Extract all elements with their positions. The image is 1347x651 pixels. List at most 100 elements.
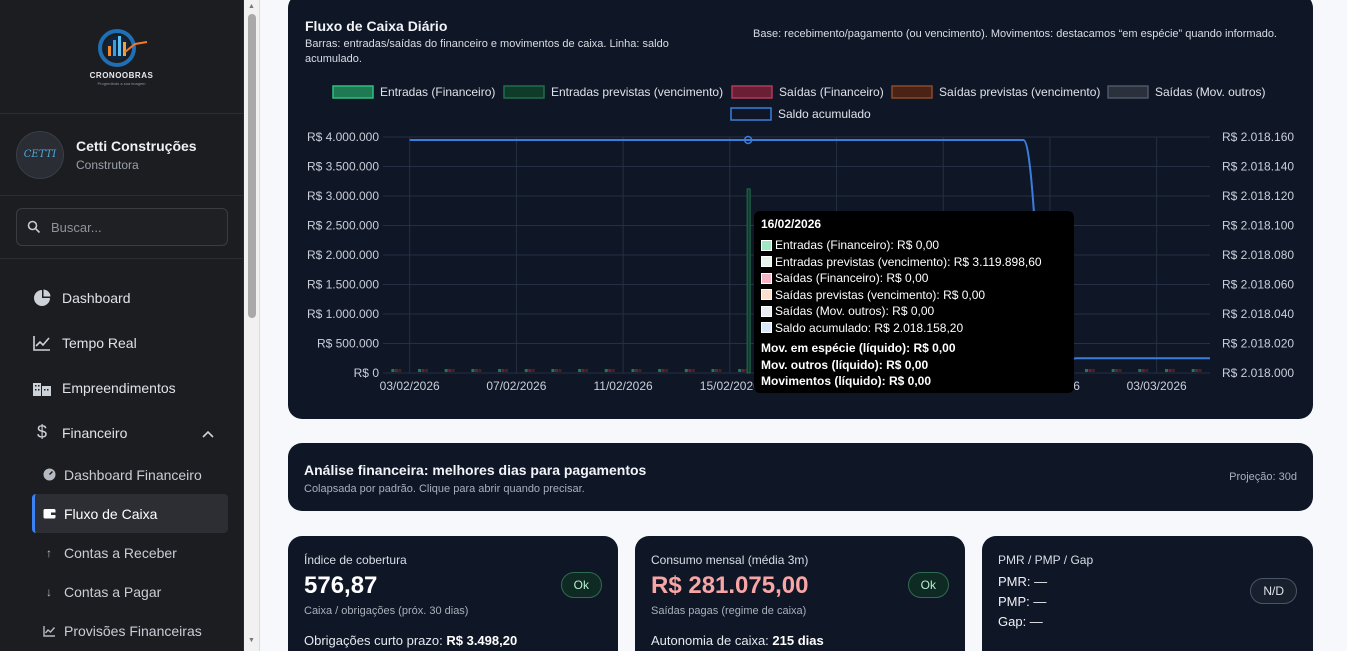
bar-small — [451, 369, 455, 372]
tooltip-row-text: Entradas previstas (vencimento): R$ 3.11… — [775, 254, 1042, 269]
y-left-tick-label: R$ 2.000.000 — [307, 248, 379, 262]
bar-small — [738, 369, 742, 372]
y-left-tick-label: R$ 500.000 — [317, 337, 379, 351]
tooltip-row-text: Saídas (Mov. outros): R$ 0,00 — [775, 304, 935, 319]
bar-small — [631, 369, 635, 372]
bar-small — [501, 369, 505, 372]
tooltip-swatch — [761, 322, 772, 334]
legend-label: Entradas previstas (vencimento) — [551, 85, 723, 99]
search-box[interactable] — [16, 208, 228, 246]
sidebar-item-tempo-real[interactable]: Tempo Real — [0, 320, 243, 365]
y-right-tick-label: R$ 2.018.160 — [1222, 130, 1294, 144]
y-left-tick-label: R$ 1.500.000 — [307, 278, 379, 292]
main-content: Entradas (Financeiro) Entradas previstas … — [261, 0, 1347, 651]
chart-base-note: Base: recebimento/pagamento (ou vencimen… — [753, 28, 1277, 40]
bar-small — [531, 369, 535, 372]
chart-subtitle: Barras: entradas/saídas do financeiro e … — [305, 38, 669, 65]
tooltip-row: Saídas (Mov. outros): R$ 0,00 — [761, 303, 1067, 320]
bar-small — [688, 369, 692, 372]
legend-swatch — [332, 85, 374, 99]
sidebar-item-label: Fluxo de Caixa — [64, 505, 158, 522]
company-role: Construtora — [76, 157, 139, 172]
search-icon — [27, 220, 41, 234]
y-left-tick-label: R$ 3.000.000 — [307, 189, 379, 203]
bar-small — [444, 369, 448, 372]
bar-small — [551, 369, 555, 372]
legend-label: Saídas (Mov. outros) — [1155, 85, 1265, 99]
scroll-down-arrow-icon[interactable]: ▼ — [248, 637, 255, 644]
bar-small — [398, 369, 402, 372]
tooltip-row: Saldo acumulado: R$ 2.018.158,20 — [761, 320, 1067, 337]
bar-small — [524, 369, 528, 372]
bar-small — [711, 369, 715, 372]
bar-small — [1195, 369, 1199, 372]
tooltip-row-text: Saídas previstas (vencimento): R$ 0,00 — [775, 287, 986, 302]
tooltip-row: Entradas previstas (vencimento): R$ 3.11… — [761, 254, 1067, 271]
pie-chart-icon — [32, 289, 52, 307]
sidebar-subitem-dashboard-financeiro[interactable]: Dashboard Financeiro — [32, 455, 228, 494]
bar-small — [741, 369, 745, 372]
x-tick-label: 15/02/2026 — [700, 379, 760, 393]
brand-name: CRONOOBRAS — [89, 70, 154, 80]
cronoobras-logo-icon — [95, 28, 149, 68]
sidebar-subitem-provisoes[interactable]: Provisões Financeiras — [32, 611, 228, 650]
bar-small — [1164, 369, 1168, 372]
y-left-tick-label: R$ 0 — [354, 366, 380, 380]
dollar-icon: $ — [36, 422, 47, 442]
sidebar: CRONOOBRAS Progredindo a sua imagem CETT… — [0, 0, 244, 651]
legend-label: Saídas (Financeiro) — [779, 85, 884, 99]
bar-small — [391, 369, 395, 372]
scrollbar-thumb[interactable] — [248, 14, 256, 318]
bar-small — [1141, 369, 1145, 372]
y-left-tick-label: R$ 4.000.000 — [307, 130, 379, 144]
status-badge: Ok — [560, 572, 602, 598]
tooltip-swatch — [761, 239, 772, 251]
kpi-label: Índice de cobertura — [304, 553, 407, 567]
legend-swatch — [731, 85, 773, 99]
chart-tooltip: 16/02/2026 Entradas (Financeiro): R$ 0,0… — [754, 211, 1074, 393]
tooltip-row-text: Saídas (Financeiro): R$ 0,00 — [775, 271, 929, 286]
bar-small — [714, 369, 718, 372]
scroll-up-arrow-icon[interactable]: ▲ — [248, 3, 255, 10]
tooltip-row: Saídas (Financeiro): R$ 0,00 — [761, 270, 1067, 287]
bar-small — [665, 369, 669, 372]
arrow-down-icon: ↓ — [46, 584, 52, 599]
bar-small — [1198, 369, 1202, 372]
search-input[interactable] — [51, 219, 211, 235]
bar-small — [604, 369, 608, 372]
bar-small — [661, 369, 665, 372]
sidebar-subitem-fluxo-caixa[interactable]: Fluxo de Caixa — [32, 494, 228, 533]
kpi-value: R$ 281.075,00 — [651, 572, 809, 599]
y-left-tick-label: R$ 3.500.000 — [307, 160, 379, 174]
bar-small — [425, 369, 429, 372]
bar-small — [1145, 369, 1149, 372]
sidebar-subitem-contas-receber[interactable]: ↑ Contas a Receber — [32, 533, 228, 572]
bar-small — [505, 369, 509, 372]
tooltip-swatch — [761, 272, 772, 284]
kpi-pmp: PMP: — — [998, 594, 1047, 609]
bar-small — [611, 369, 615, 372]
x-tick-label: 07/02/2026 — [486, 379, 546, 393]
company-profile[interactable]: CETTI Cetti Construções Construtora — [0, 114, 243, 196]
sidebar-item-financeiro[interactable]: $ Financeiro — [0, 410, 243, 455]
tooltip-row-text: Entradas (Financeiro): R$ 0,00 — [775, 238, 940, 253]
kpi-coverage-card: Índice de cobertura 576,87 Ok Caixa / ob… — [288, 536, 618, 651]
brand-logo[interactable]: CRONOOBRAS Progredindo a sua imagem — [0, 0, 243, 114]
tooltip-row-text: Saldo acumulado: R$ 2.018.158,20 — [775, 320, 964, 335]
sidebar-scrollbar[interactable]: ▲ ▼ — [244, 0, 260, 651]
arrow-up-icon: ↑ — [46, 545, 52, 560]
tooltip-row: Entradas (Financeiro): R$ 0,00 — [761, 237, 1067, 254]
sidebar-item-empreendimentos[interactable]: Empreendimentos — [0, 365, 243, 410]
sidebar-item-label: Dashboard — [62, 289, 131, 306]
line-chart-icon — [32, 335, 52, 351]
legend-swatch — [503, 85, 545, 99]
y-right-tick-label: R$ 2.018.100 — [1222, 219, 1294, 233]
status-badge: N/D — [1250, 578, 1297, 604]
sidebar-subitem-contas-pagar[interactable]: ↓ Contas a Pagar — [32, 572, 228, 611]
legend-swatch — [891, 85, 933, 99]
bar-small — [448, 369, 452, 372]
status-badge: Ok — [907, 572, 949, 598]
tooltip-footer-line: Mov. em espécie (líquido): R$ 0,00 — [761, 341, 956, 355]
analysis-card[interactable]: Análise financeira: melhores dias para p… — [288, 443, 1313, 511]
sidebar-item-dashboard[interactable]: Dashboard — [0, 275, 243, 320]
